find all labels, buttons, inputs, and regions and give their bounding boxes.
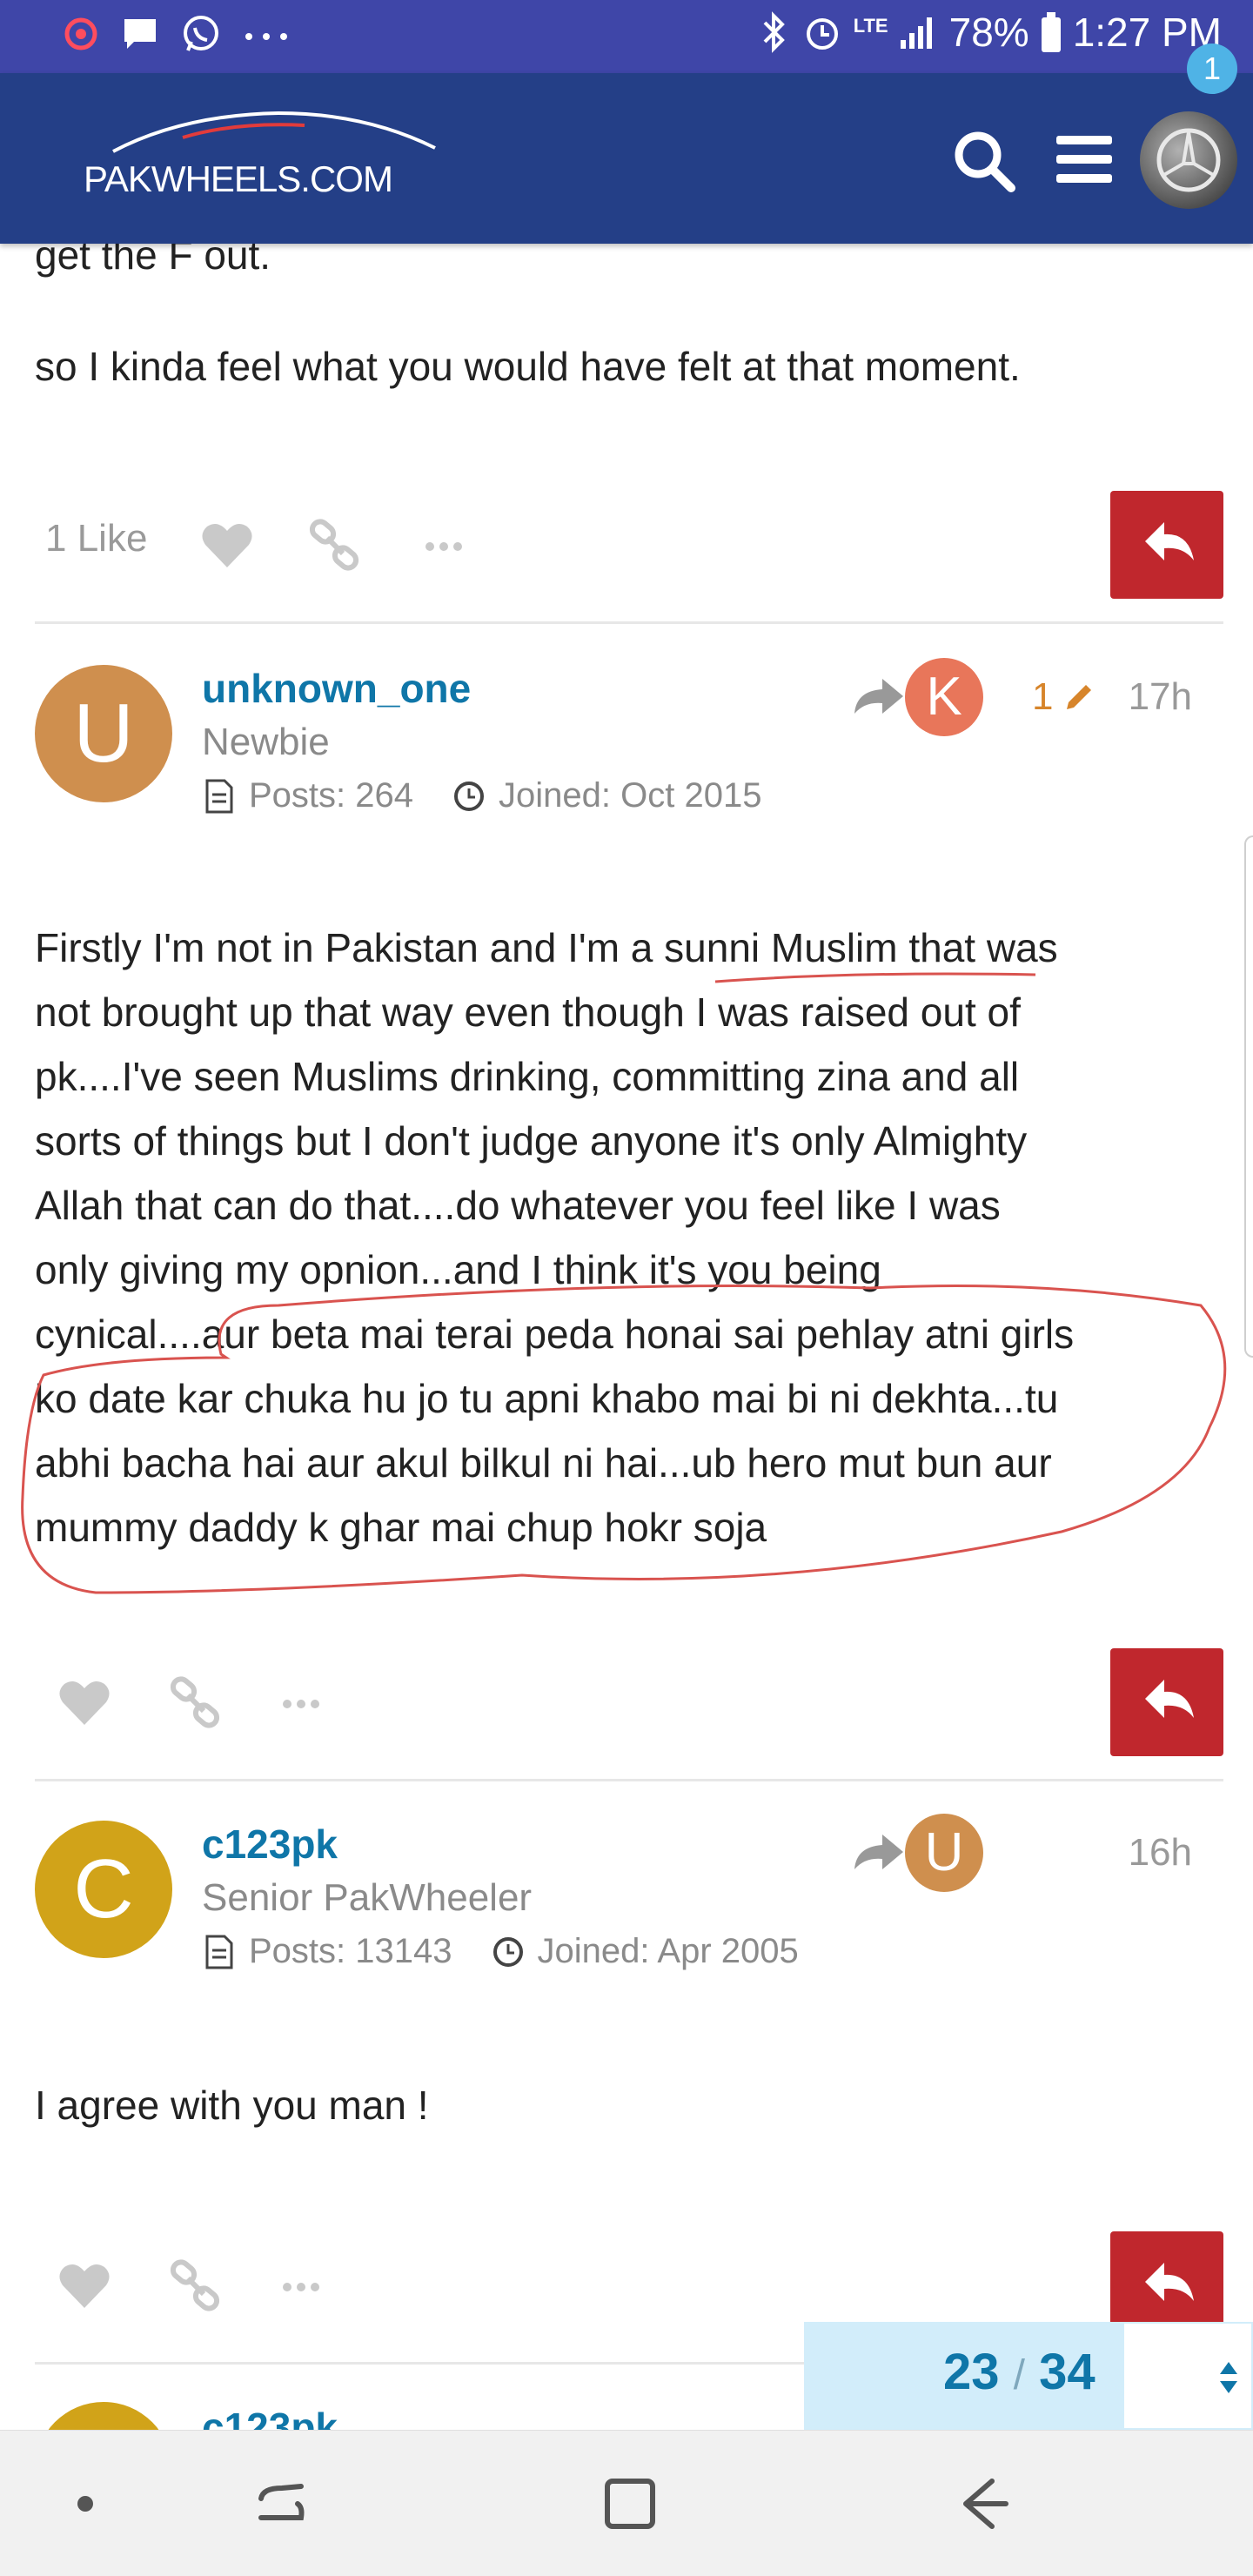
reply-to-arrow-icon bbox=[854, 679, 903, 714]
back-icon[interactable] bbox=[948, 2469, 1018, 2539]
alarm-icon bbox=[806, 18, 838, 50]
post-line: Allah that can do that....do whatever yo… bbox=[35, 1183, 1001, 1228]
clock-icon bbox=[454, 781, 485, 811]
reply-to-arrow-icon bbox=[854, 1835, 903, 1869]
joined-date: Joined: Apr 2005 bbox=[537, 1932, 799, 1970]
post-body: Firstly I'm not in Pakistan and I'm a su… bbox=[35, 916, 1236, 1560]
user-avatar[interactable] bbox=[1140, 111, 1237, 209]
author-username[interactable]: c123pk bbox=[202, 1821, 338, 1868]
author-avatar[interactable]: C bbox=[35, 1821, 172, 1958]
post-line: Firstly I'm not in Pakistan and I'm a su… bbox=[35, 925, 1058, 970]
reply-arrow-icon bbox=[1145, 1680, 1194, 1718]
expand-arrows-icon bbox=[1220, 2362, 1237, 2393]
post-line: sorts of things but I don't judge anyone… bbox=[35, 1118, 1028, 1164]
progress-current: 23 bbox=[943, 2344, 1000, 2400]
home-icon[interactable] bbox=[595, 2469, 665, 2539]
bluetooth-icon bbox=[763, 11, 785, 53]
author-username[interactable]: unknown_one bbox=[202, 665, 471, 712]
post-actions bbox=[35, 1648, 1223, 1756]
heart-icon[interactable] bbox=[197, 515, 258, 576]
post-time[interactable]: 17h bbox=[1129, 675, 1192, 719]
link-icon[interactable] bbox=[305, 515, 365, 576]
author-stats: Posts: 264 Joined: Oct 2015 bbox=[202, 776, 761, 815]
recent-apps-icon[interactable] bbox=[247, 2469, 317, 2539]
post-count: Posts: 264 bbox=[249, 776, 414, 815]
post-line: abhi bacha hai aur akul bilkul ni hai...… bbox=[35, 1440, 1052, 1486]
post-body: I agree with you man ! bbox=[35, 2083, 429, 2128]
link-icon[interactable] bbox=[165, 2256, 226, 2317]
mercedes-logo-icon bbox=[1156, 128, 1221, 192]
signal-icon bbox=[900, 17, 932, 49]
notification-badge[interactable]: 1 bbox=[1187, 44, 1237, 94]
reply-to-avatar[interactable]: U bbox=[905, 1814, 983, 1892]
post-divider bbox=[35, 1779, 1223, 1781]
document-icon bbox=[205, 779, 233, 813]
pencil-icon bbox=[1067, 685, 1092, 709]
edit-count: 1 bbox=[1032, 675, 1054, 718]
progress-toggle[interactable] bbox=[1122, 2322, 1253, 2430]
reply-button[interactable] bbox=[1110, 1648, 1223, 1756]
post-header: C c123pk Senior PakWheeler Posts: 13143 … bbox=[35, 1814, 1223, 1971]
post-divider bbox=[35, 621, 1223, 624]
post-line: not brought up that way even though I wa… bbox=[35, 989, 1021, 1035]
message-icon bbox=[124, 19, 156, 49]
post-count: Posts: 13143 bbox=[249, 1932, 452, 1970]
battery-percent: 78% bbox=[948, 10, 1029, 55]
author-avatar[interactable]: U bbox=[35, 665, 172, 802]
ring-icon bbox=[64, 17, 97, 50]
reply-arrow-icon bbox=[1145, 522, 1194, 560]
heart-icon[interactable] bbox=[54, 2256, 115, 2317]
logo-text: PAKWHEELS.COM bbox=[84, 158, 393, 199]
status-bar: LTE 78% 1:27 PM bbox=[0, 0, 1253, 73]
post-header: U unknown_one Newbie Posts: 264 Joined: … bbox=[35, 658, 1223, 815]
status-bar-left-icons bbox=[61, 12, 291, 56]
edit-history[interactable]: 1 bbox=[1032, 675, 1098, 719]
post-line: mummy daddy k ghar mai chup hokr soja bbox=[35, 1505, 767, 1550]
topic-progress[interactable]: 23 / 34 bbox=[804, 2322, 1253, 2430]
reply-button[interactable] bbox=[1110, 491, 1223, 599]
pakwheels-logo[interactable]: PAKWHEELS.COM bbox=[78, 106, 461, 211]
more-icon[interactable] bbox=[418, 515, 479, 576]
author-title: Senior PakWheeler bbox=[202, 1876, 533, 1919]
post-body: so I kinda feel what you would have felt… bbox=[35, 344, 1021, 389]
lte-label: LTE bbox=[853, 15, 888, 37]
like-count[interactable]: 1 Like bbox=[45, 517, 147, 560]
post-time[interactable]: 16h bbox=[1129, 1831, 1192, 1875]
joined-date: Joined: Oct 2015 bbox=[499, 776, 762, 815]
reply-to-avatar[interactable]: K bbox=[905, 658, 983, 736]
more-dots-icon bbox=[245, 33, 287, 40]
search-icon[interactable] bbox=[948, 125, 1018, 195]
post-line: ko date kar chuka hu jo tu apni khabo ma… bbox=[35, 1376, 1059, 1421]
scroll-indicator[interactable] bbox=[1244, 835, 1253, 1358]
author-stats: Posts: 13143 Joined: Apr 2005 bbox=[202, 1932, 799, 1971]
heart-icon[interactable] bbox=[54, 1673, 115, 1734]
post-line: cynical....aur beta mai terai peda honai… bbox=[35, 1311, 1075, 1357]
android-nav-bar bbox=[0, 2430, 1253, 2576]
author-title: Newbie bbox=[202, 721, 330, 763]
document-icon bbox=[205, 1935, 233, 1969]
clock-icon bbox=[492, 1936, 523, 1967]
nav-dot-icon[interactable] bbox=[50, 2469, 120, 2539]
status-bar-right: LTE 78% 1:27 PM bbox=[756, 9, 1222, 56]
progress-separator: / bbox=[1013, 2352, 1025, 2398]
link-icon[interactable] bbox=[165, 1673, 226, 1734]
post-line: pk....I've seen Muslims drinking, commit… bbox=[35, 1054, 1020, 1099]
more-icon[interactable] bbox=[275, 1673, 336, 1734]
battery-icon bbox=[1041, 12, 1061, 52]
app-header: PAKWHEELS.COM 1 bbox=[0, 44, 1253, 244]
post-actions: 1 Like bbox=[35, 491, 1223, 599]
whatsapp-icon bbox=[184, 16, 218, 51]
progress-counter: 23 / 34 bbox=[943, 2343, 1096, 2401]
more-icon[interactable] bbox=[275, 2256, 336, 2317]
post-line: only giving my opnion...and I think it's… bbox=[35, 1247, 881, 1292]
hamburger-menu-icon[interactable] bbox=[1051, 129, 1121, 191]
progress-total: 34 bbox=[1039, 2344, 1096, 2400]
